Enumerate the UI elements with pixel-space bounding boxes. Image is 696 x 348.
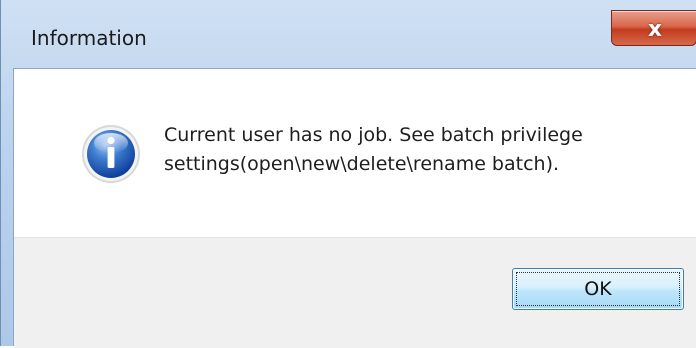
info-icon xyxy=(82,125,140,183)
window-title: Information xyxy=(31,26,147,50)
ok-button[interactable]: OK xyxy=(512,268,684,310)
message-area: Current user has no job. See batch privi… xyxy=(14,69,696,237)
message-text: Current user has no job. See batch privi… xyxy=(164,121,664,179)
title-bar[interactable]: Information x xyxy=(1,0,696,68)
message-line-1: Current user has no job. See batch privi… xyxy=(164,124,583,146)
ok-button-label: OK xyxy=(584,278,612,300)
dialog-body: Current user has no job. See batch privi… xyxy=(13,68,696,348)
message-line-2: settings(open\new\delete\rename batch). xyxy=(164,153,560,175)
close-icon: x xyxy=(647,16,663,42)
button-bar: OK xyxy=(14,237,696,348)
information-dialog: Information x Current user has no job. S… xyxy=(0,0,696,348)
close-button[interactable]: x xyxy=(611,10,696,46)
